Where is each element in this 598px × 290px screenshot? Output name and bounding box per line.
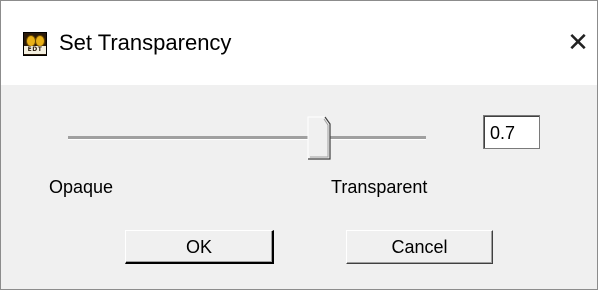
slider-min-label: Opaque — [49, 177, 114, 197]
slider-track[interactable] — [68, 136, 426, 140]
dialog-body: 0.7 Opaque Transparent OK Cancel — [1, 85, 597, 289]
cancel-button[interactable]: Cancel — [346, 230, 493, 264]
set-transparency-dialog: EDT Set Transparency ✕ 0.7 Opaque Transp… — [0, 0, 598, 290]
slider-max-label: Transparent — [331, 177, 428, 197]
transparency-value-field[interactable]: 0.7 — [483, 115, 540, 149]
edt-app-icon: EDT — [23, 32, 47, 56]
window-title: Set Transparency — [59, 30, 232, 55]
app-icon-text: EDT — [24, 46, 46, 54]
close-icon[interactable]: ✕ — [561, 26, 595, 60]
slider-thumb[interactable] — [307, 116, 331, 160]
title-bar[interactable]: EDT Set Transparency ✕ — [1, 1, 597, 85]
ok-button[interactable]: OK — [125, 230, 274, 264]
